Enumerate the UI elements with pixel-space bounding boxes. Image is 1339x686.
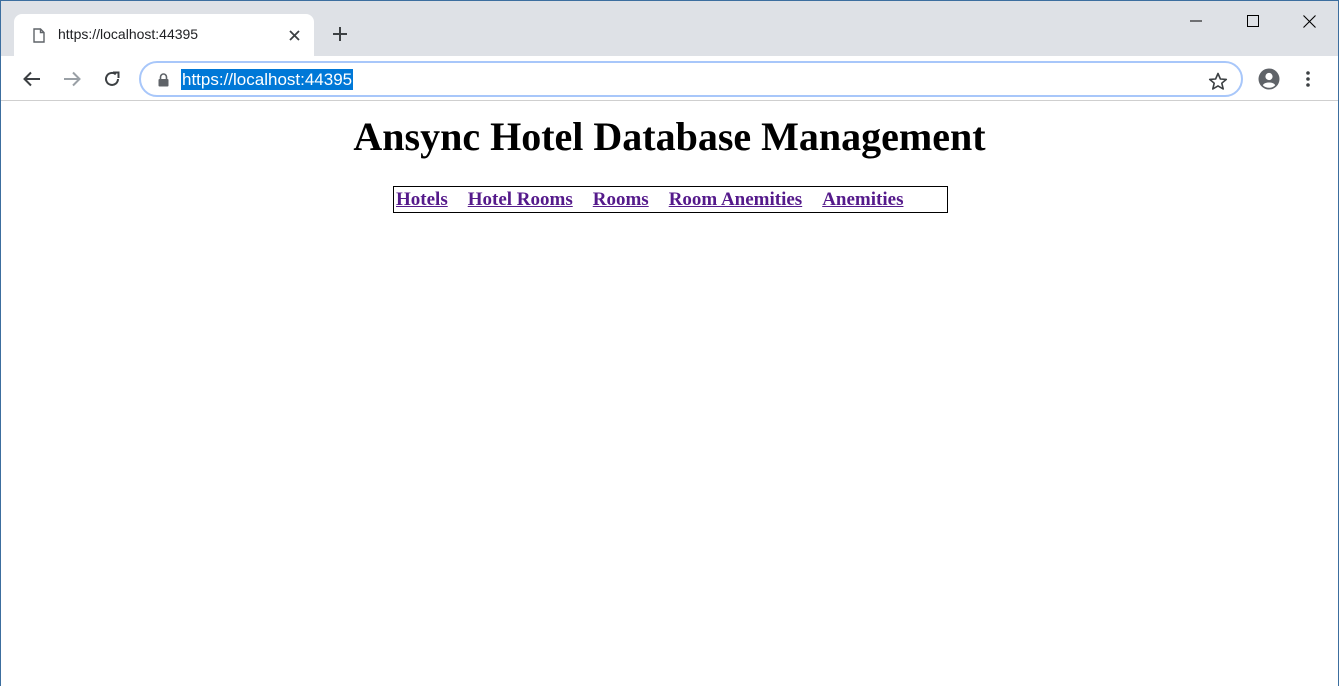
nav-link-hotel-rooms[interactable]: Hotel Rooms — [468, 189, 573, 211]
lock-icon[interactable] — [156, 72, 170, 88]
browser-tab[interactable]: https://localhost:44395 — [14, 14, 314, 56]
address-bar[interactable]: https://localhost:44395 — [139, 61, 1243, 97]
browser-toolbar: https://localhost:44395 — [1, 56, 1338, 101]
minimize-icon[interactable] — [1167, 1, 1224, 41]
browser-window: https://localhost:44395 https://localhos… — [0, 0, 1339, 686]
account-icon[interactable] — [1255, 65, 1283, 93]
tab-close-icon[interactable] — [286, 27, 302, 43]
nav-link-rooms[interactable]: Rooms — [593, 189, 649, 211]
main-nav: Hotels Hotel Rooms Rooms Room Anemities … — [393, 186, 948, 213]
arrow-right-icon[interactable] — [58, 65, 86, 93]
arrow-left-icon[interactable] — [18, 65, 46, 93]
star-icon[interactable] — [1207, 70, 1229, 92]
tab-strip: https://localhost:44395 — [1, 1, 1338, 56]
nav-link-hotels[interactable]: Hotels — [396, 189, 448, 211]
kebab-menu-icon[interactable] — [1294, 65, 1322, 93]
maximize-icon[interactable] — [1224, 1, 1281, 41]
page-viewport: Ansync Hotel Database Management Hotels … — [1, 102, 1338, 686]
new-tab-plus-icon[interactable] — [329, 23, 351, 45]
page-icon — [32, 27, 46, 43]
nav-link-room-anemities[interactable]: Room Anemities — [669, 189, 803, 211]
tab-title: https://localhost:44395 — [58, 26, 199, 42]
url-text[interactable]: https://localhost:44395 — [181, 69, 354, 90]
page-title: Ansync Hotel Database Management — [353, 114, 986, 159]
reload-icon[interactable] — [98, 65, 126, 93]
window-controls — [1167, 1, 1338, 41]
window-close-icon[interactable] — [1281, 1, 1338, 41]
nav-link-anemities[interactable]: Anemities — [822, 189, 903, 211]
